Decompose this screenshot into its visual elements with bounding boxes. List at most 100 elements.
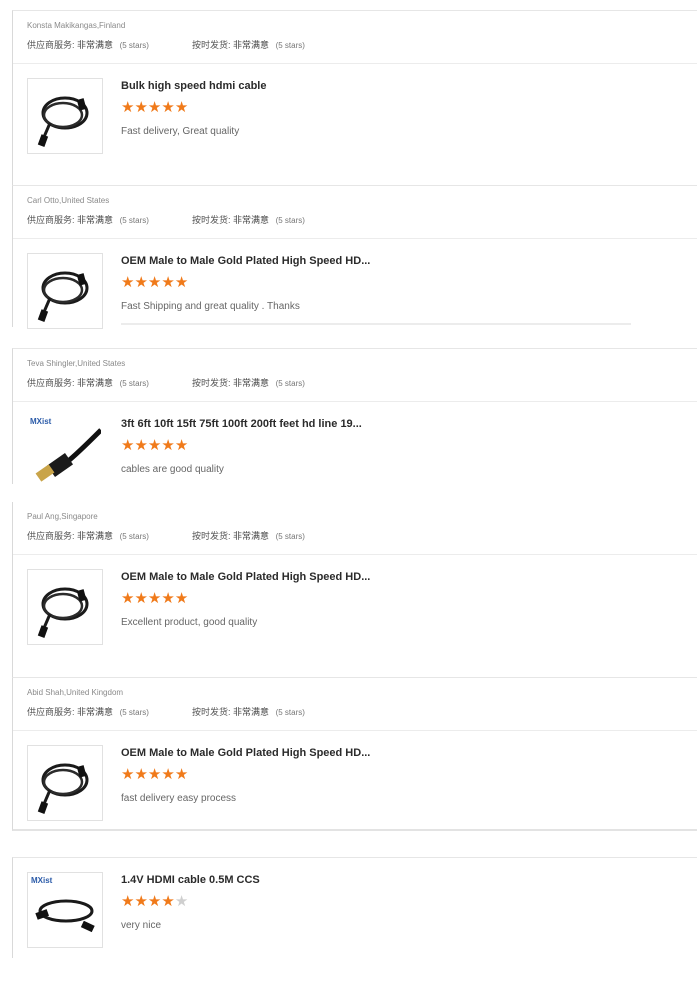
on-time-shipment-label: 按时发货: xyxy=(192,707,231,717)
supplier-service-label: 供应商服务: xyxy=(27,707,75,717)
review-comment: very nice xyxy=(121,920,162,931)
on-time-shipment-label: 按时发货: xyxy=(192,215,231,225)
product-title-link[interactable]: 1.4V HDMI cable 0.5M CCS xyxy=(121,874,260,886)
star-icon: ★ xyxy=(161,437,175,454)
review-card: Carl Otto,United States 供应商服务: 非常满意 (5 s… xyxy=(12,185,697,329)
supplier-service-stars: (5 stars) xyxy=(119,532,149,541)
star-icon: ★ xyxy=(147,766,162,783)
star-icon: ★ xyxy=(121,274,135,291)
reviewer-name: Paul Ang,Singapore xyxy=(27,512,98,521)
star-icon: ★ xyxy=(134,590,148,607)
product-thumbnail[interactable] xyxy=(27,253,103,329)
star-icon: ★ xyxy=(121,766,135,783)
reviewer-name: Teva Shingler,United States xyxy=(27,359,126,368)
product-title-link[interactable]: OEM Male to Male Gold Plated High Speed … xyxy=(121,571,370,583)
product-image xyxy=(37,763,89,814)
brand-logo: MXist xyxy=(31,876,53,885)
supplier-service-value: 非常满意 xyxy=(77,707,114,717)
review-comment: cables are good quality xyxy=(121,464,224,475)
on-time-shipment-stars: (5 stars) xyxy=(275,708,305,717)
on-time-shipment-label: 按时发货: xyxy=(192,531,231,541)
seller-ratings: 供应商服务: 非常满意 (5 stars) 按时发货: 非常满意 (5 star… xyxy=(27,705,305,718)
product-title-link[interactable]: OEM Male to Male Gold Plated High Speed … xyxy=(121,747,370,759)
star-icon: ★ xyxy=(134,766,148,783)
supplier-service-stars: (5 stars) xyxy=(119,41,149,50)
review-header: Abid Shah,United Kingdom 供应商服务: 非常满意 (5 … xyxy=(13,678,697,731)
star-icon: ★ xyxy=(121,590,135,607)
on-time-shipment-label: 按时发货: xyxy=(192,378,231,388)
star-icon: ★ xyxy=(134,437,148,454)
seller-ratings: 供应商服务: 非常满意 (5 stars) 按时发货: 非常满意 (5 star… xyxy=(27,213,305,226)
star-rating: ★★★★★ xyxy=(121,275,188,291)
star-icon: ★ xyxy=(174,99,189,116)
star-icon: ★ xyxy=(134,893,148,910)
review-header: Carl Otto,United States 供应商服务: 非常满意 (5 s… xyxy=(13,186,697,239)
review-header: Paul Ang,Singapore 供应商服务: 非常满意 (5 stars)… xyxy=(13,502,697,555)
review-comment: Fast delivery, Great quality xyxy=(121,126,240,137)
product-image xyxy=(37,271,89,322)
star-icon: ★ xyxy=(161,590,175,607)
star-icon: ★ xyxy=(174,437,189,454)
supplier-service-value: 非常满意 xyxy=(77,215,114,225)
on-time-shipment-value: 非常满意 xyxy=(233,707,270,717)
star-rating: ★★★★★ xyxy=(121,438,188,454)
product-title-link[interactable]: OEM Male to Male Gold Plated High Speed … xyxy=(121,255,370,267)
review-body: MXist 3ft 6ft 10ft 15ft 75ft 100ft 200ft… xyxy=(13,402,697,484)
star-icon: ★ xyxy=(174,274,189,291)
star-icon: ★ xyxy=(161,766,175,783)
review-body: MXist 1.4V HDMI cable 0.5M CCS ★★★★★ ver… xyxy=(13,858,697,958)
supplier-service-label: 供应商服务: xyxy=(27,40,75,50)
product-title-link[interactable]: 3ft 6ft 10ft 15ft 75ft 100ft 200ft feet … xyxy=(121,418,362,430)
supplier-service-value: 非常满意 xyxy=(77,531,114,541)
seller-ratings: 供应商服务: 非常满意 (5 stars) 按时发货: 非常满意 (5 star… xyxy=(27,38,305,51)
review-card: Konsta Makikangas,Finland 供应商服务: 非常满意 (5… xyxy=(12,10,697,186)
star-icon: ★ xyxy=(121,437,135,454)
on-time-shipment-value: 非常满意 xyxy=(233,531,270,541)
star-icon: ★ xyxy=(161,893,175,910)
product-thumbnail[interactable] xyxy=(27,745,103,821)
product-thumbnail[interactable] xyxy=(27,78,103,154)
star-rating: ★★★★★ xyxy=(121,100,188,116)
star-icon: ★ xyxy=(147,590,162,607)
on-time-shipment-stars: (5 stars) xyxy=(275,41,305,50)
supplier-service-label: 供应商服务: xyxy=(27,215,75,225)
star-icon: ★ xyxy=(161,274,175,291)
star-icon: ★ xyxy=(161,99,175,116)
star-rating: ★★★★★ xyxy=(121,767,188,783)
review-card: MXist 1.4V HDMI cable 0.5M CCS ★★★★★ ver… xyxy=(12,857,697,958)
star-icon: ★ xyxy=(174,766,189,783)
on-time-shipment-stars: (5 stars) xyxy=(275,216,305,225)
star-icon: ★ xyxy=(147,437,162,454)
product-thumbnail[interactable] xyxy=(27,569,103,645)
star-icon: ★ xyxy=(174,893,189,910)
supplier-service-value: 非常满意 xyxy=(77,40,114,50)
on-time-shipment-value: 非常满意 xyxy=(233,215,270,225)
product-thumbnail[interactable]: MXist xyxy=(27,414,101,484)
review-comment: Excellent product, good quality xyxy=(121,617,258,628)
supplier-service-label: 供应商服务: xyxy=(27,531,75,541)
review-body: OEM Male to Male Gold Plated High Speed … xyxy=(13,555,697,677)
supplier-service-stars: (5 stars) xyxy=(119,708,149,717)
reviewer-name: Abid Shah,United Kingdom xyxy=(27,688,124,697)
divider xyxy=(121,323,631,325)
product-thumbnail[interactable]: MXist xyxy=(27,872,103,948)
product-image xyxy=(37,587,89,638)
on-time-shipment-stars: (5 stars) xyxy=(275,379,305,388)
on-time-shipment-label: 按时发货: xyxy=(192,40,231,50)
review-body: OEM Male to Male Gold Plated High Speed … xyxy=(13,239,697,329)
star-icon: ★ xyxy=(147,99,162,116)
supplier-service-value: 非常满意 xyxy=(77,378,114,388)
star-rating: ★★★★★ xyxy=(121,894,188,910)
supplier-service-stars: (5 stars) xyxy=(119,379,149,388)
product-image xyxy=(37,96,89,147)
star-icon: ★ xyxy=(134,99,148,116)
product-title-link[interactable]: Bulk high speed hdmi cable xyxy=(121,80,266,92)
star-icon: ★ xyxy=(121,893,135,910)
supplier-service-label: 供应商服务: xyxy=(27,378,75,388)
review-card: Abid Shah,United Kingdom 供应商服务: 非常满意 (5 … xyxy=(12,677,697,831)
review-body: OEM Male to Male Gold Plated High Speed … xyxy=(13,731,697,829)
reviewer-name: Carl Otto,United States xyxy=(27,196,110,205)
star-icon: ★ xyxy=(147,274,162,291)
supplier-service-stars: (5 stars) xyxy=(119,216,149,225)
on-time-shipment-value: 非常满意 xyxy=(233,378,270,388)
